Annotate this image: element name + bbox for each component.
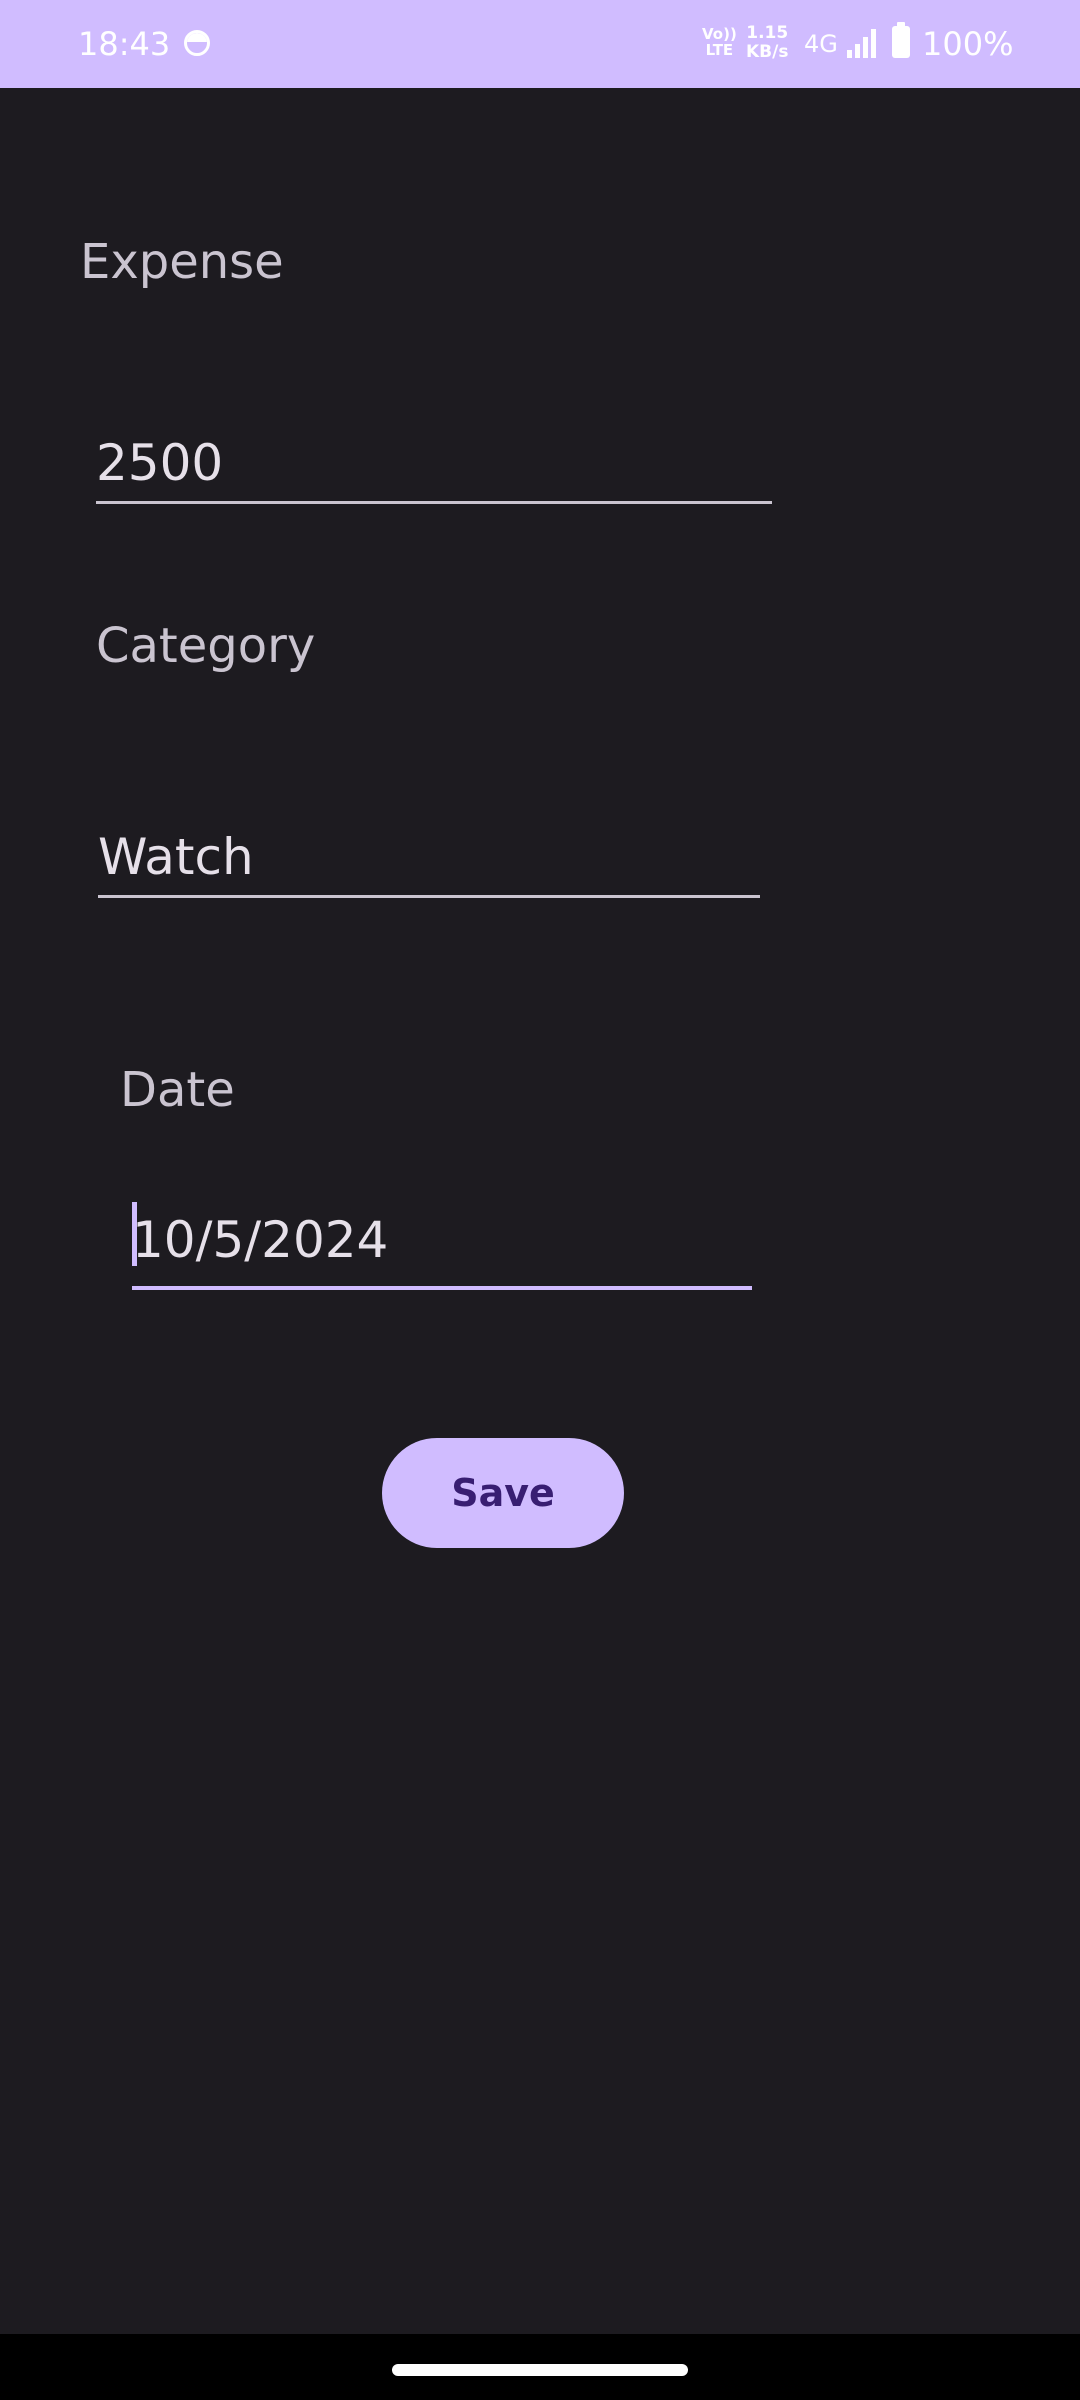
volte-icon: Vo)) LTE: [702, 26, 737, 58]
status-bar: 18:43 Vo)) LTE 1.15 KB/s 4G 100%: [0, 0, 1080, 88]
network-speed-unit: KB/s: [746, 42, 789, 62]
network-type: 4G: [804, 30, 838, 58]
category-field[interactable]: Watch: [98, 802, 760, 898]
navigation-bar: [0, 2334, 1080, 2400]
expense-screen: 18:43 Vo)) LTE 1.15 KB/s 4G 100% Expense…: [0, 0, 1080, 2400]
date-input-value: 10/5/2024: [132, 1211, 389, 1269]
expense-label: Expense: [80, 234, 284, 290]
category-label: Category: [96, 618, 316, 674]
expense-input-value: 2500: [96, 434, 224, 492]
battery-percentage: 100%: [922, 25, 1014, 63]
status-time: 18:43: [78, 25, 171, 63]
signal-strength-icon: [847, 29, 876, 58]
date-field[interactable]: 10/5/2024: [132, 1190, 752, 1290]
date-label: Date: [120, 1062, 235, 1118]
network-speed-value: 1.15: [746, 23, 789, 43]
category-input-value: Watch: [98, 828, 254, 886]
gesture-handle[interactable]: [392, 2364, 688, 2376]
expense-field[interactable]: 2500: [96, 410, 772, 504]
volte-top-text: Vo)): [702, 25, 737, 43]
network-speed: 1.15 KB/s: [746, 24, 788, 62]
volte-bottom-text: LTE: [705, 41, 734, 59]
notification-app-icon: [184, 30, 210, 56]
save-button[interactable]: Save: [382, 1438, 624, 1548]
battery-full-icon: [892, 22, 910, 58]
